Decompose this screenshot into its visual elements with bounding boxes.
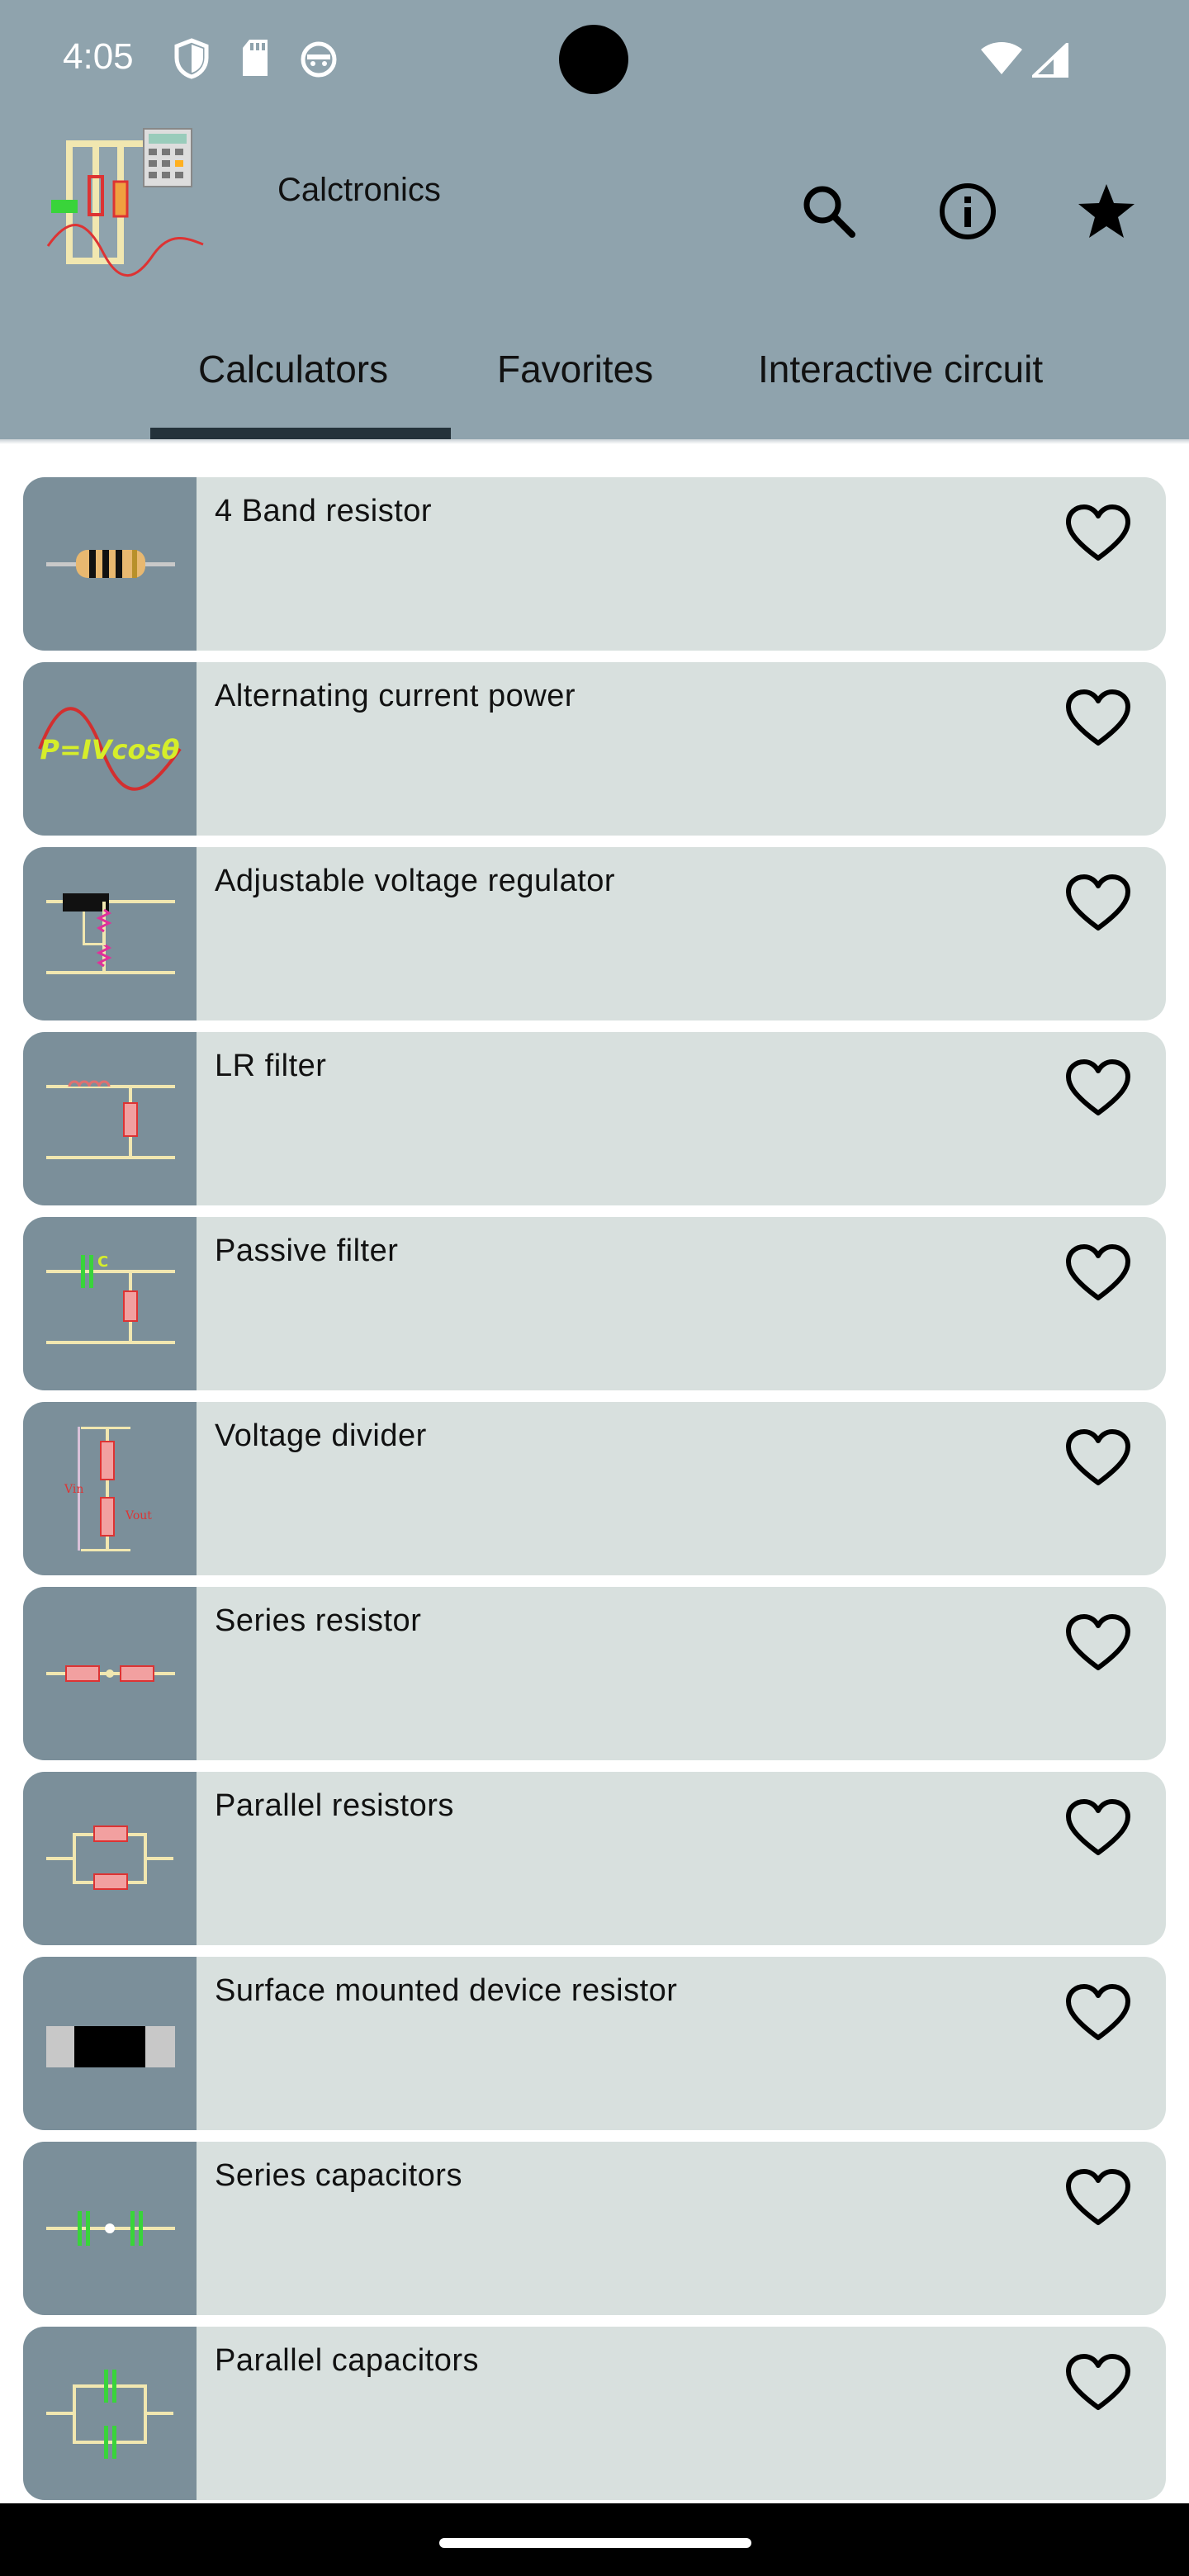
app-title: Calctronics <box>277 172 441 208</box>
heart-outline-icon[interactable] <box>1065 874 1131 933</box>
status-time: 4:05 <box>63 36 134 77</box>
series-capacitors-icon <box>23 2142 197 2315</box>
list-item[interactable]: Surface mounted device resistor <box>23 1957 1166 2130</box>
list-item[interactable]: Adjustable voltage regulator <box>23 847 1166 1020</box>
calculator-title: Parallel resistors <box>215 1788 454 1823</box>
heart-outline-icon[interactable] <box>1065 1798 1131 1858</box>
ac-power-formula-icon: P=IVcosθ <box>23 662 197 836</box>
shield-status-icon <box>174 38 209 79</box>
list-item[interactable]: Parallel capacitors <box>23 2327 1166 2500</box>
ac-formula-text: P=IVcosθ <box>40 734 180 765</box>
series-resistor-icon <box>23 1587 197 1760</box>
list-item[interactable]: C Passive filter <box>23 1217 1166 1390</box>
star-icon[interactable] <box>1077 182 1136 241</box>
calculator-title: Alternating current power <box>215 679 576 713</box>
tab-interactive-circuit[interactable]: Interactive circuit <box>758 347 1043 391</box>
heart-outline-icon[interactable] <box>1065 1058 1131 1118</box>
cellular-signal-icon <box>1032 43 1068 78</box>
calculator-title: Series capacitors <box>215 2158 462 2193</box>
info-icon[interactable] <box>938 182 997 241</box>
heart-outline-icon[interactable] <box>1065 1243 1131 1303</box>
wifi-icon <box>981 42 1022 74</box>
search-icon[interactable] <box>799 182 859 241</box>
heart-outline-icon[interactable] <box>1065 1613 1131 1673</box>
system-navigation-bar <box>0 2503 1189 2576</box>
selected-tab-indicator <box>150 428 451 439</box>
vout-label: Vout <box>125 1509 152 1522</box>
smd-resistor-icon <box>23 1957 197 2130</box>
list-item[interactable]: Series capacitors <box>23 2142 1166 2315</box>
calculator-title: Adjustable voltage regulator <box>215 864 616 898</box>
calctronics-logo <box>46 128 204 277</box>
voltage-divider-icon: Vin Vout <box>23 1402 197 1575</box>
list-item[interactable]: P=IVcosθ Alternating current power <box>23 662 1166 836</box>
calculator-title: Parallel capacitors <box>215 2343 479 2378</box>
list-item[interactable]: LR filter <box>23 1032 1166 1205</box>
calculator-title: 4 Band resistor <box>215 494 433 528</box>
calculator-title: Surface mounted device resistor <box>215 1973 678 2008</box>
voltage-regulator-icon <box>23 847 197 1020</box>
tab-favorites[interactable]: Favorites <box>497 347 653 391</box>
list-item[interactable]: 4 Band resistor <box>23 477 1166 651</box>
heart-outline-icon[interactable] <box>1065 504 1131 563</box>
heart-outline-icon[interactable] <box>1065 689 1131 748</box>
app-bar: 4:05 Calctronics Calculators Favorites I… <box>0 0 1189 439</box>
calculator-title: Voltage divider <box>215 1418 427 1453</box>
list-item[interactable]: Vin Vout Voltage divider <box>23 1402 1166 1575</box>
lr-filter-icon <box>23 1032 197 1205</box>
capacitor-letter: C <box>97 1253 108 1271</box>
robot-status-icon <box>301 41 337 78</box>
parallel-resistors-icon <box>23 1772 197 1945</box>
passive-filter-icon: C <box>23 1217 197 1390</box>
calculator-title: Series resistor <box>215 1603 422 1638</box>
heart-outline-icon[interactable] <box>1065 1428 1131 1488</box>
list-item[interactable]: Parallel resistors <box>23 1772 1166 1945</box>
vin-label: Vin <box>64 1483 83 1496</box>
camera-cutout <box>559 25 628 94</box>
home-gesture-handle[interactable] <box>439 2538 751 2548</box>
heart-outline-icon[interactable] <box>1065 2353 1131 2413</box>
heart-outline-icon[interactable] <box>1065 2168 1131 2228</box>
calculator-title: LR filter <box>215 1049 327 1083</box>
app-bar-divider <box>0 439 1189 444</box>
sd-card-status-icon <box>243 40 268 76</box>
calculator-list[interactable]: 4 Band resistor P=IVcosθ Alternating cur… <box>23 477 1166 2512</box>
heart-outline-icon[interactable] <box>1065 1983 1131 2043</box>
four-band-resistor-icon <box>23 477 197 651</box>
calculator-title: Passive filter <box>215 1234 399 1268</box>
tab-calculators[interactable]: Calculators <box>198 347 388 391</box>
list-item[interactable]: Series resistor <box>23 1587 1166 1760</box>
parallel-capacitors-icon <box>23 2327 197 2500</box>
